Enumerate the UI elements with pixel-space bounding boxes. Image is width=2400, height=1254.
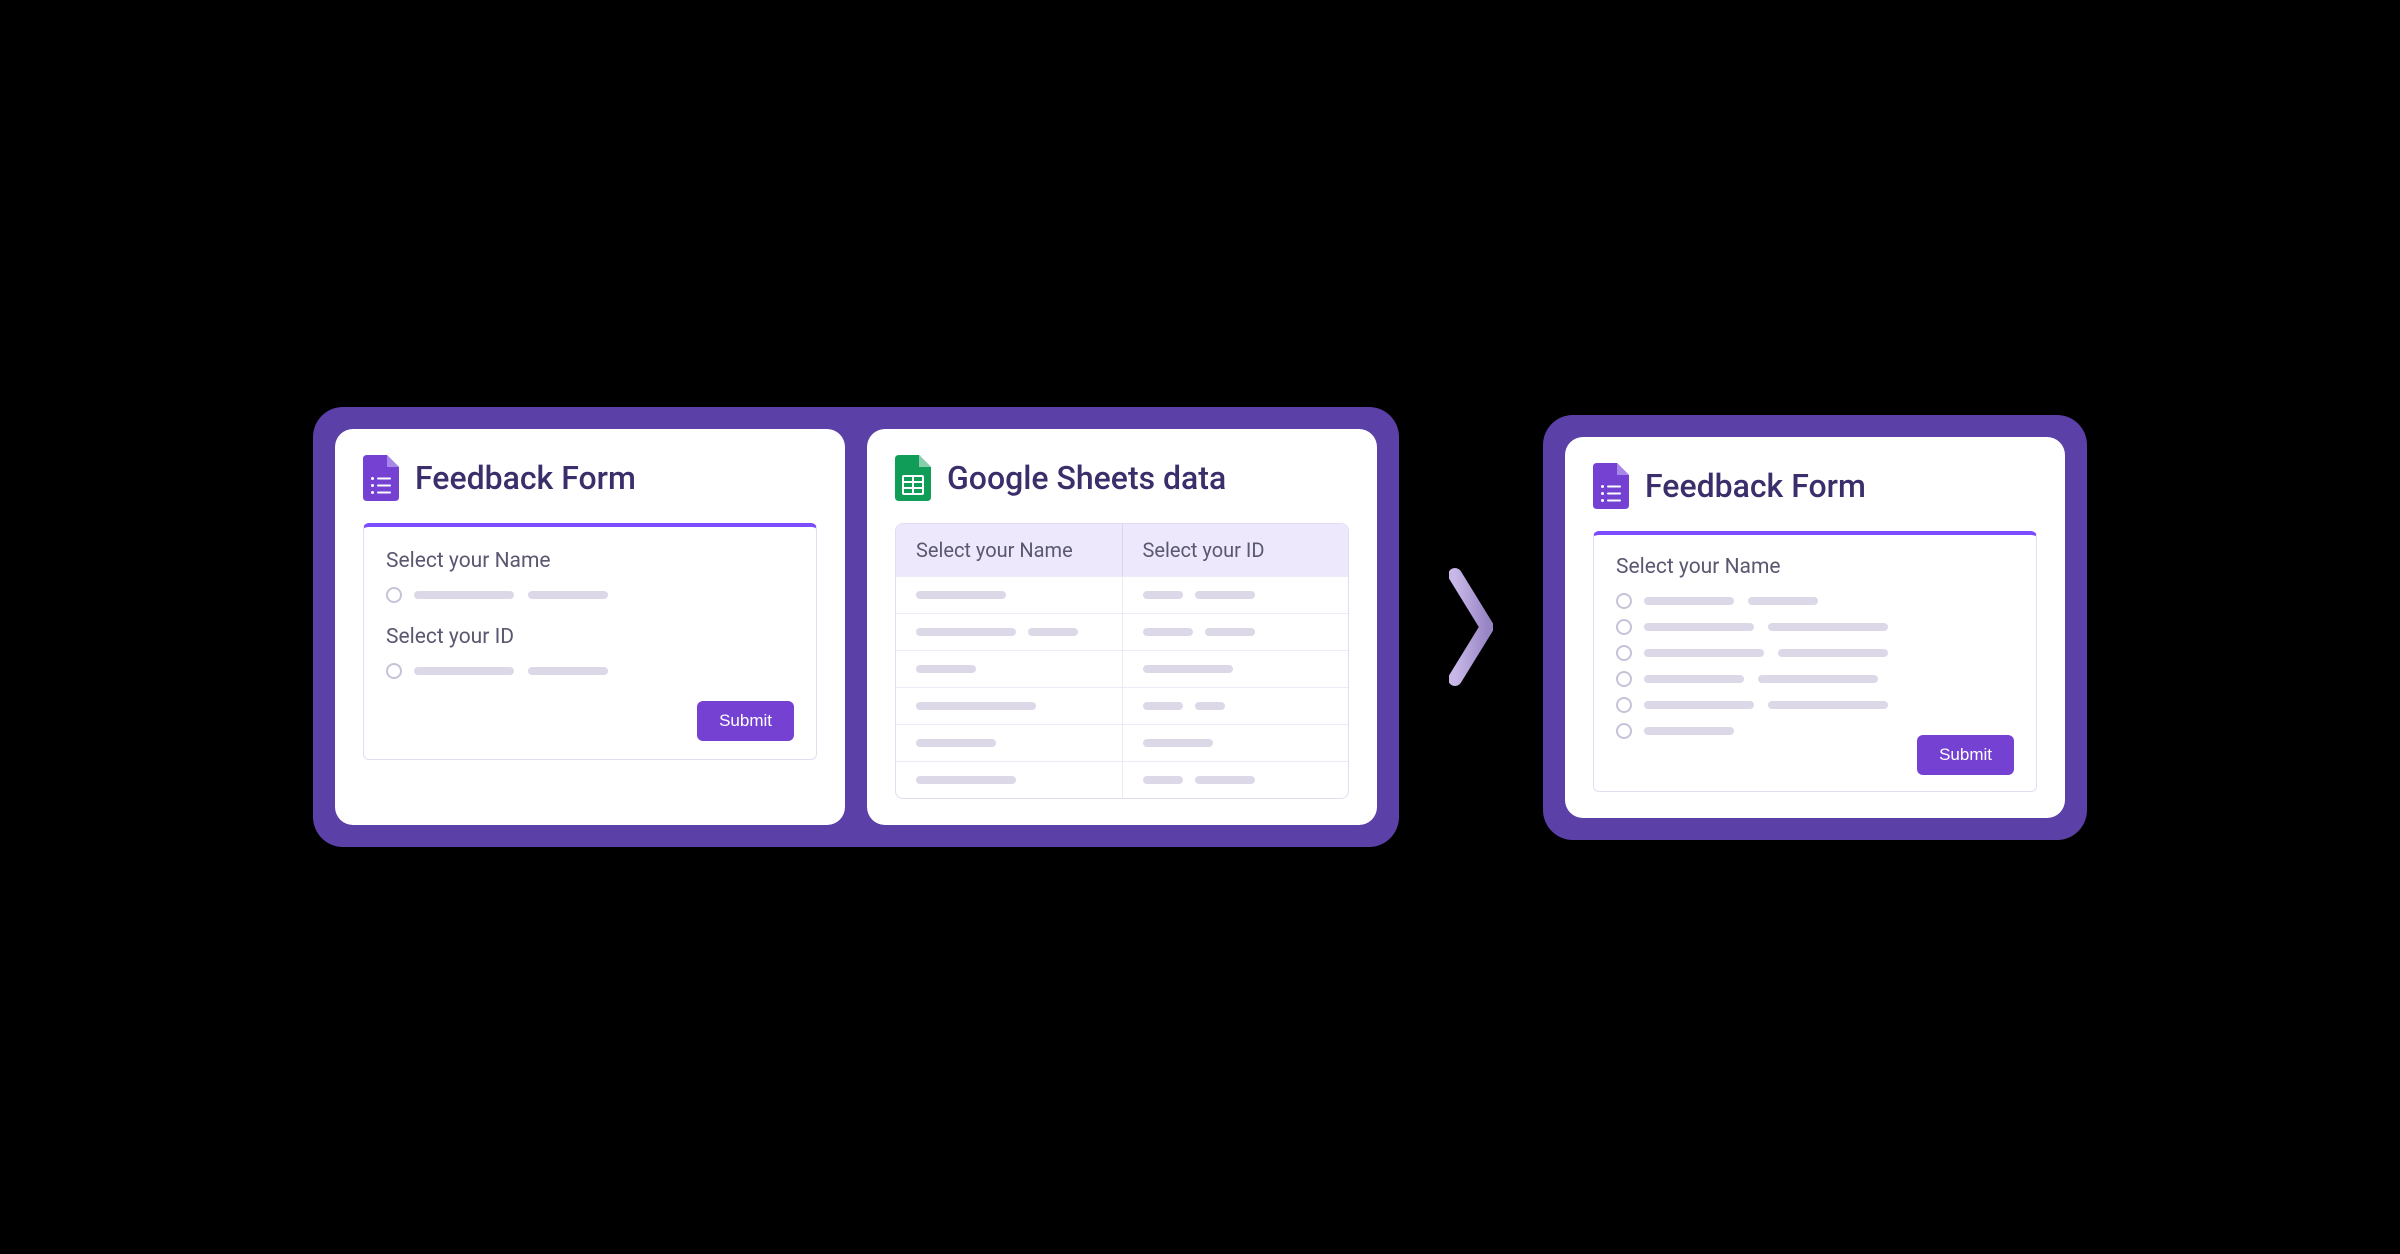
table-cell	[1123, 762, 1349, 798]
right-card-group: Feedback Form Select your Name	[1543, 415, 2087, 840]
placeholder-line	[1644, 623, 1754, 631]
left-card-group: Feedback Form Select your Name Select yo…	[313, 407, 1399, 847]
placeholder-line	[1768, 623, 1888, 631]
radio-option[interactable]	[1616, 671, 2014, 687]
placeholder-line	[1143, 776, 1183, 784]
card-title: Google Sheets data	[947, 459, 1226, 497]
question-label: Select your Name	[1616, 555, 2014, 579]
placeholder-line	[1644, 675, 1744, 683]
google-forms-icon	[363, 455, 399, 501]
placeholder-line	[1644, 649, 1764, 657]
arrow-container	[1449, 567, 1493, 687]
placeholder-line	[1644, 597, 1734, 605]
radio-option[interactable]	[1616, 593, 2014, 609]
radio-option[interactable]	[1616, 645, 2014, 661]
table-cell	[1123, 577, 1349, 613]
sheets-table: Select your Name Select your ID	[895, 523, 1349, 799]
radio-option[interactable]	[386, 663, 794, 679]
table-cell	[1123, 614, 1349, 650]
radio-option[interactable]	[386, 587, 794, 603]
diagram-container: Feedback Form Select your Name Select yo…	[313, 407, 2087, 847]
google-sheets-card: Google Sheets data Select your Name Sele…	[867, 429, 1377, 825]
placeholder-line	[1195, 702, 1225, 710]
placeholder-line	[1748, 597, 1818, 605]
placeholder-line	[528, 667, 608, 675]
table-row	[896, 613, 1348, 650]
placeholder-line	[916, 702, 1036, 710]
card-header: Feedback Form	[363, 455, 817, 501]
submit-row: Submit	[1616, 735, 2014, 775]
card-title: Feedback Form	[1645, 467, 1866, 505]
radio-icon	[386, 587, 402, 603]
radio-option[interactable]	[1616, 697, 2014, 713]
sheets-header-row: Select your Name Select your ID	[896, 524, 1348, 576]
radio-icon	[1616, 645, 1632, 661]
placeholder-line	[916, 591, 1006, 599]
radio-icon	[386, 663, 402, 679]
table-cell	[896, 614, 1123, 650]
placeholder-line	[414, 667, 514, 675]
placeholder-line	[1644, 701, 1754, 709]
placeholder-line	[1778, 649, 1888, 657]
submit-button[interactable]: Submit	[1917, 735, 2014, 775]
table-cell	[1123, 688, 1349, 724]
table-row	[896, 576, 1348, 613]
table-cell	[896, 577, 1123, 613]
table-cell	[1123, 651, 1349, 687]
card-header: Google Sheets data	[895, 455, 1349, 501]
form-question-id: Select your ID	[386, 625, 794, 679]
placeholder-line	[1143, 702, 1183, 710]
placeholder-line	[414, 591, 514, 599]
placeholder-line	[1028, 628, 1078, 636]
placeholder-line	[1644, 727, 1734, 735]
google-forms-icon	[1593, 463, 1629, 509]
submit-row: Submit	[386, 701, 794, 741]
radio-icon	[1616, 723, 1632, 739]
table-row	[896, 761, 1348, 798]
google-sheets-icon	[895, 455, 931, 501]
table-cell	[896, 688, 1123, 724]
placeholder-line	[1758, 675, 1878, 683]
placeholder-line	[1768, 701, 1888, 709]
table-row	[896, 724, 1348, 761]
placeholder-line	[528, 591, 608, 599]
placeholder-line	[1195, 591, 1255, 599]
table-row	[896, 687, 1348, 724]
feedback-form-card-before: Feedback Form Select your Name Select yo…	[335, 429, 845, 825]
radio-icon	[1616, 671, 1632, 687]
placeholder-line	[1195, 776, 1255, 784]
question-label: Select your Name	[386, 549, 794, 573]
radio-icon	[1616, 697, 1632, 713]
form-question-name: Select your Name	[1616, 555, 2014, 739]
table-row	[896, 650, 1348, 687]
placeholder-line	[916, 776, 1016, 784]
form-body: Select your Name	[1593, 531, 2037, 792]
table-cell	[896, 651, 1123, 687]
placeholder-line	[1143, 739, 1213, 747]
placeholder-line	[916, 665, 976, 673]
placeholder-line	[1143, 628, 1193, 636]
feedback-form-card-after: Feedback Form Select your Name	[1565, 437, 2065, 818]
question-label: Select your ID	[386, 625, 794, 649]
placeholder-line	[1143, 591, 1183, 599]
submit-button[interactable]: Submit	[697, 701, 794, 741]
chevron-right-icon	[1449, 567, 1493, 687]
radio-option[interactable]	[1616, 619, 2014, 635]
sheets-header-cell: Select your Name	[896, 524, 1123, 576]
placeholder-line	[916, 739, 996, 747]
table-cell	[896, 762, 1123, 798]
form-question-name: Select your Name	[386, 549, 794, 603]
placeholder-line	[1143, 665, 1233, 673]
table-cell	[896, 725, 1123, 761]
placeholder-line	[916, 628, 1016, 636]
card-title: Feedback Form	[415, 459, 636, 497]
radio-icon	[1616, 619, 1632, 635]
table-cell	[1123, 725, 1349, 761]
sheets-header-cell: Select your ID	[1123, 524, 1349, 576]
radio-icon	[1616, 593, 1632, 609]
card-header: Feedback Form	[1593, 463, 2037, 509]
form-body: Select your Name Select your ID	[363, 523, 817, 760]
placeholder-line	[1205, 628, 1255, 636]
